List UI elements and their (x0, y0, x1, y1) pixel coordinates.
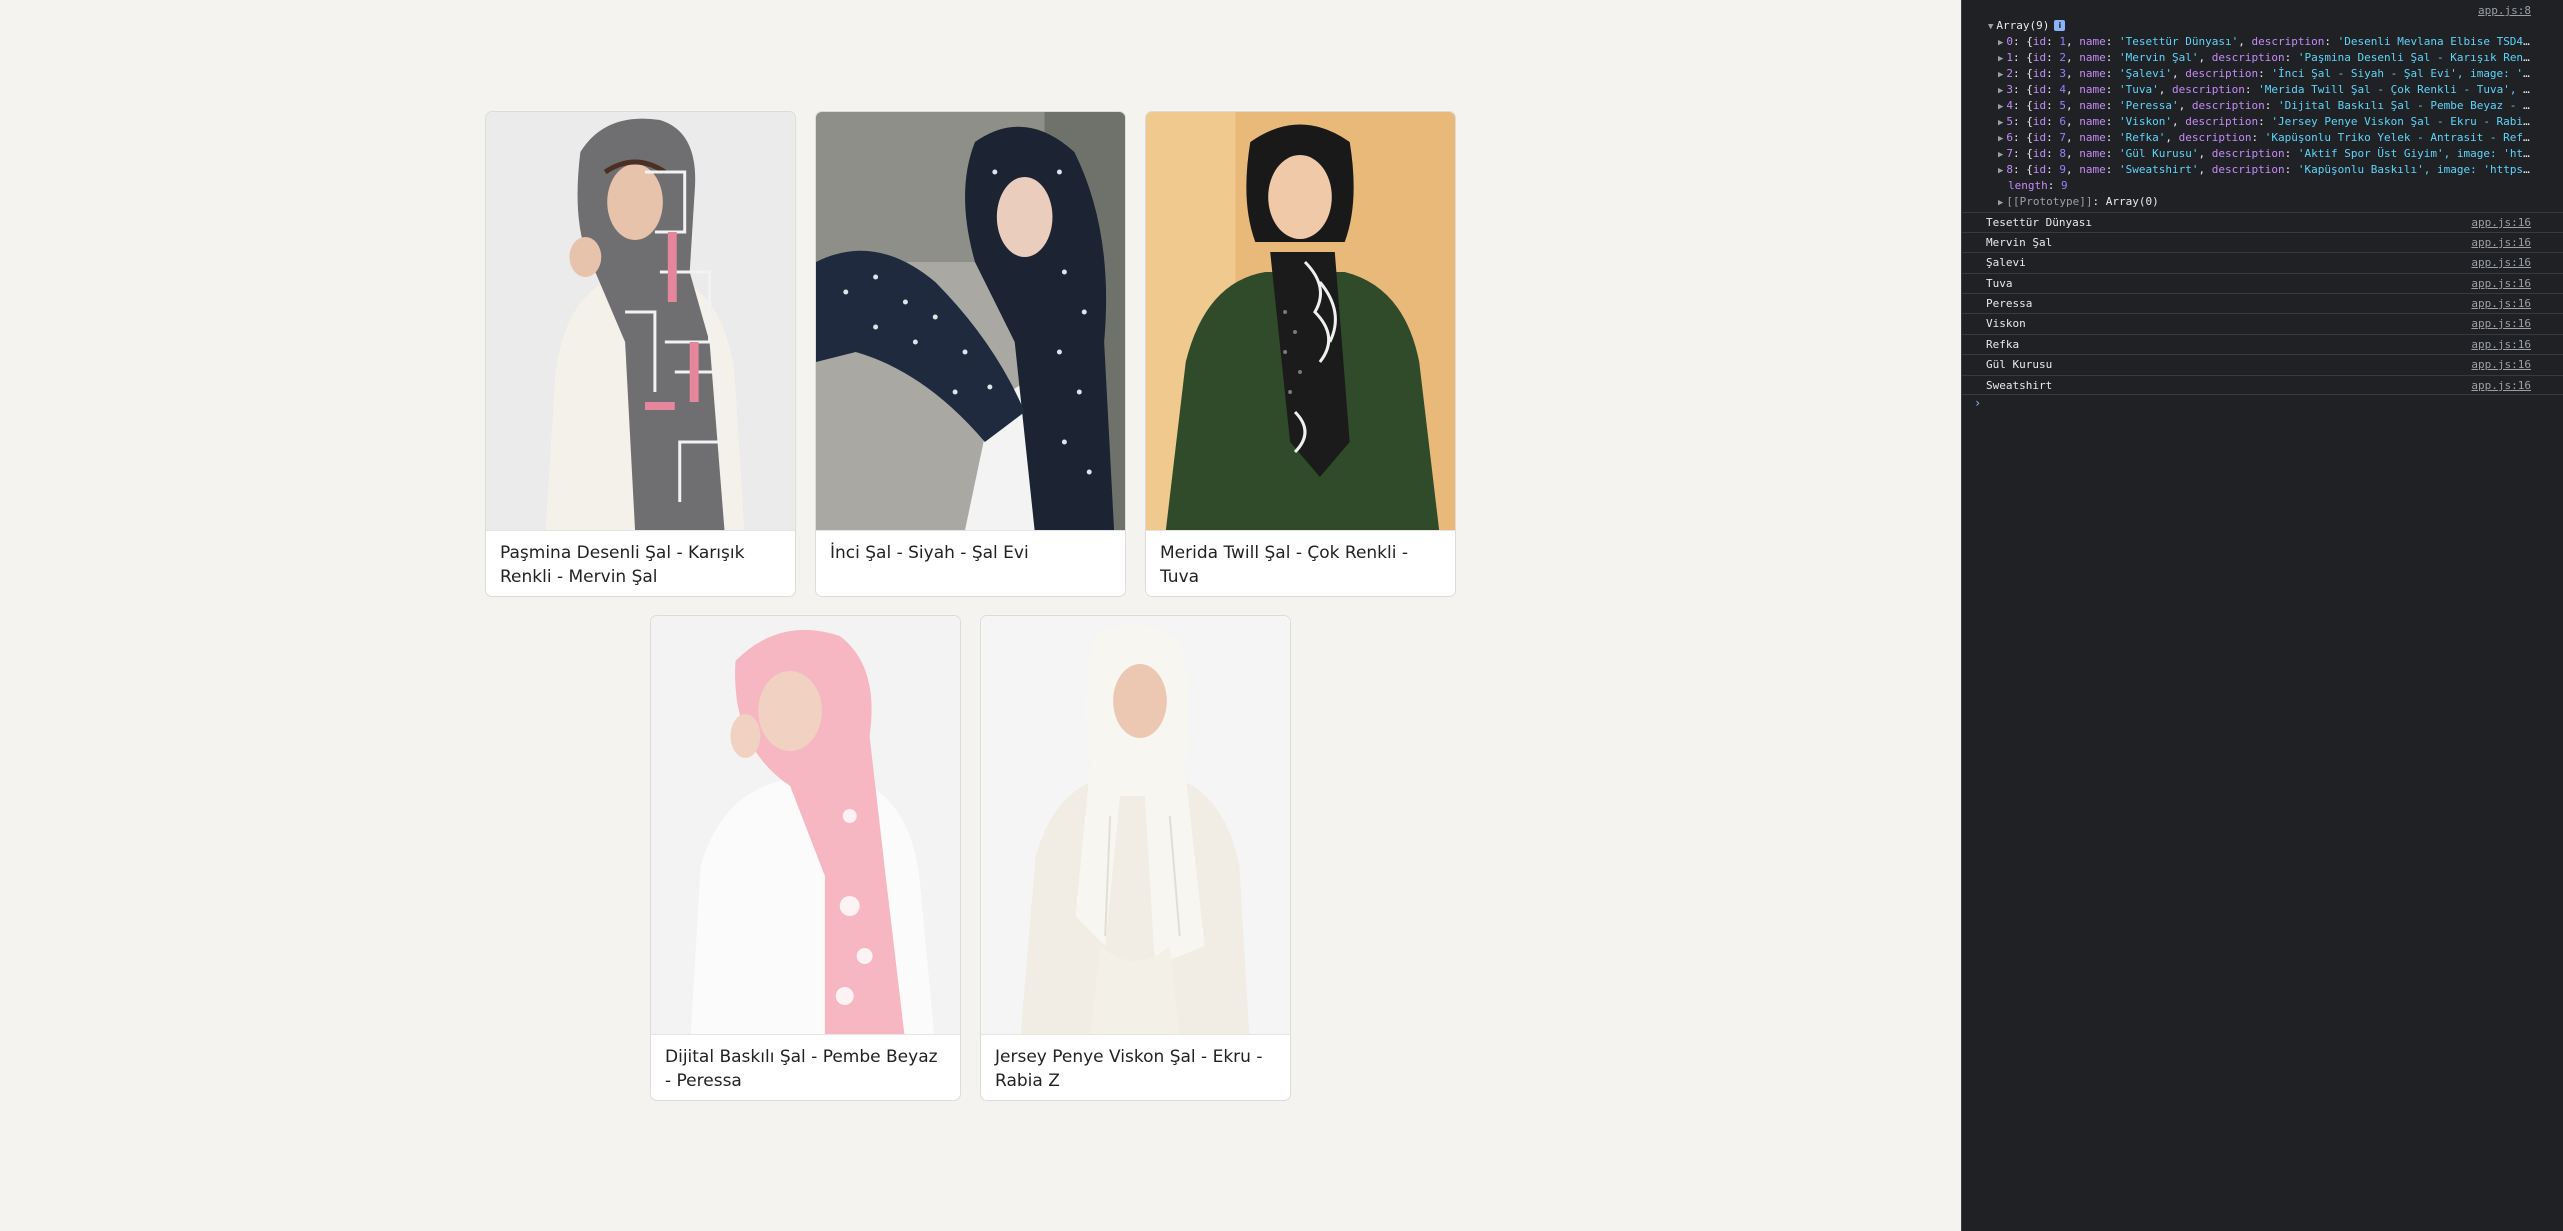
devtools-console-panel[interactable]: app.js:8 ▼ Array(9) i ▶ 0: {id: 1, name: 'T… (1961, 0, 2563, 1231)
array-entry[interactable]: ▶ 2: {id: 3, name: 'Şalevi', description:… (1998, 66, 2534, 82)
console-log-text: Mervin Şal (1986, 236, 2053, 249)
array-prototype[interactable]: ▶ [[Prototype]]: Array(0) (1998, 194, 2534, 210)
product-image-mervin[interactable] (486, 112, 795, 530)
array-entry[interactable]: ▶ 0: {id: 1, name: 'Tesettür Dünyası', de… (1998, 34, 2534, 50)
console-source-link[interactable]: app.js:16 (2471, 355, 2531, 375)
console-array-header[interactable]: ▼ Array(9) i (1988, 18, 2066, 35)
console-source-link[interactable]: app.js:16 (2471, 335, 2531, 355)
console-log-text: Refka (1986, 338, 2020, 351)
collapse-triangle-icon[interactable]: ▶ (1998, 86, 2003, 96)
console-log-row[interactable]: Gül Kurusu app.js:16 (1962, 354, 2563, 374)
console-log-row[interactable]: Sweatshirt app.js:16 (1962, 375, 2563, 395)
collapse-triangle-icon[interactable]: ▶ (1998, 198, 2003, 208)
array-length: length: 9 (2008, 179, 2068, 192)
console-log-text: Tesettür Dünyası (1986, 216, 2092, 229)
collapse-triangle-icon[interactable]: ▶ (1998, 166, 2003, 176)
product-card-mervin[interactable]: Paşmina Desenli Şal - Karışık Renkli - M… (485, 111, 796, 597)
collapse-triangle-icon[interactable]: ▶ (1998, 38, 2003, 48)
product-page: Paşmina Desenli Şal - Karışık Renkli - M… (0, 0, 1961, 1231)
array-entry[interactable]: ▶ 3: {id: 4, name: 'Tuva', description: '… (1998, 82, 2534, 98)
console-log-text: Şalevi (1986, 256, 2026, 269)
array-entry[interactable]: ▶ 1: {id: 2, name: 'Mervin Şal', descript… (1998, 50, 2534, 66)
collapse-triangle-icon[interactable]: ▶ (1998, 102, 2003, 112)
console-source-link[interactable]: app.js:16 (2471, 213, 2531, 233)
collapse-triangle-icon[interactable]: ▶ (1998, 150, 2003, 160)
product-card-peressa[interactable]: Dijital Baskılı Şal - Pembe Beyaz - Pere… (650, 615, 961, 1101)
product-image-salevi[interactable] (816, 112, 1125, 530)
product-title[interactable]: Dijital Baskılı Şal - Pembe Beyaz - Pere… (651, 1034, 960, 1100)
console-log-text: Tuva (1986, 277, 2013, 290)
console-source-link[interactable]: app.js:8 (2478, 4, 2531, 17)
console-source-link[interactable]: app.js:16 (2471, 274, 2531, 294)
collapse-triangle-icon[interactable]: ▶ (1998, 70, 2003, 80)
array-entry[interactable]: ▶ 4: {id: 5, name: 'Peressa', description… (1998, 98, 2534, 114)
collapse-triangle-icon[interactable]: ▶ (1998, 54, 2003, 64)
console-log-row[interactable]: Viskon app.js:16 (1962, 313, 2563, 333)
product-title[interactable]: Paşmina Desenli Şal - Karışık Renkli - M… (486, 530, 795, 596)
console-log-row[interactable]: Tuva app.js:16 (1962, 273, 2563, 293)
collapse-triangle-icon[interactable]: ▶ (1998, 118, 2003, 128)
console-source-link[interactable]: app.js:16 (2471, 233, 2531, 253)
product-image-viskon[interactable] (981, 616, 1290, 1034)
console-log-text: Sweatshirt (1986, 379, 2053, 392)
product-card-viskon[interactable]: Jersey Penye Viskon Şal - Ekru - Rabia Z (980, 615, 1291, 1101)
product-card-tuva[interactable]: Merida Twill Şal - Çok Renkli - Tuva (1145, 111, 1456, 597)
console-log-text: Viskon (1986, 317, 2026, 330)
console-log-row[interactable]: Şalevi app.js:16 (1962, 252, 2563, 272)
console-log-text: Gül Kurusu (1986, 358, 2053, 371)
console-log-row[interactable]: Mervin Şal app.js:16 (1962, 232, 2563, 252)
array-entry[interactable]: ▶ 8: {id: 9, name: 'Sweatshirt', descript… (1998, 162, 2534, 178)
collapse-triangle-icon[interactable]: ▶ (1998, 134, 2003, 144)
info-badge-icon[interactable]: i (2054, 20, 2066, 31)
product-image-tuva[interactable] (1146, 112, 1455, 530)
product-image-peressa[interactable] (651, 616, 960, 1034)
product-title[interactable]: İnci Şal - Siyah - Şal Evi (816, 530, 1125, 596)
console-array-items: ▶ 0: {id: 1, name: 'Tesettür Dünyası', de… (1998, 34, 2534, 210)
expand-triangle-icon[interactable]: ▼ (1988, 22, 1993, 32)
console-log-row[interactable]: Refka app.js:16 (1962, 334, 2563, 354)
console-source-link[interactable]: app.js:16 (2471, 294, 2531, 314)
console-log-row[interactable]: Tesettür Dünyası app.js:16 (1962, 212, 2563, 232)
product-title[interactable]: Jersey Penye Viskon Şal - Ekru - Rabia Z (981, 1034, 1290, 1100)
array-entry[interactable]: ▶ 6: {id: 7, name: 'Refka', description: … (1998, 130, 2534, 146)
console-source-link[interactable]: app.js:16 (2471, 314, 2531, 334)
console-source-link[interactable]: app.js:16 (2471, 253, 2531, 273)
console-source-link[interactable]: app.js:16 (2471, 376, 2531, 396)
array-entry[interactable]: ▶ 5: {id: 6, name: 'Viskon', description:… (1998, 114, 2534, 130)
array-entry[interactable]: ▶ 7: {id: 8, name: 'Gül Kurusu', descript… (1998, 146, 2534, 162)
chevron-right-icon[interactable]: › (1974, 396, 1981, 410)
console-log-row[interactable]: Peressa app.js:16 (1962, 293, 2563, 313)
product-title[interactable]: Merida Twill Şal - Çok Renkli - Tuva (1146, 530, 1455, 596)
console-log-text: Peressa (1986, 297, 2033, 310)
product-card-salevi[interactable]: İnci Şal - Siyah - Şal Evi (815, 111, 1126, 597)
